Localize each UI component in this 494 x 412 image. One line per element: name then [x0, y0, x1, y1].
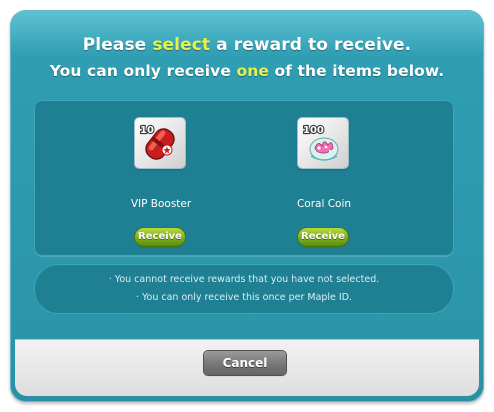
dialog-title-line-2: You can only receive one of the items be… [10, 62, 484, 80]
reward-selection-dialog: Please select a reward to receive. You c… [10, 10, 484, 402]
coral-coin-badge: 100 [303, 125, 324, 136]
notice-panel: · You cannot receive rewards that you ha… [34, 264, 454, 314]
dialog-footer: Cancel [15, 340, 479, 396]
title-highlight-select: select [152, 35, 211, 55]
subtitle-text: You can only receive [49, 62, 237, 80]
receive-vip-booster-button[interactable]: Receive [135, 228, 185, 246]
reward-name-coral-coin: Coral Coin [296, 198, 352, 210]
title-text: a reward to receive. [210, 35, 412, 55]
vip-booster-icon[interactable]: 10 [135, 118, 185, 168]
subtitle-text: of the items below. [268, 62, 445, 80]
reward-list-panel: 10 VIP Booster Receive 100 Coral Coin Re… [34, 100, 454, 256]
title-text: Please [82, 35, 153, 55]
subtitle-highlight-one: one [236, 62, 269, 80]
vip-booster-badge: 10 [140, 125, 154, 136]
reward-item-vip-booster: 10 VIP Booster Receive [101, 100, 221, 256]
notice-line-once-per-id: · You can only receive this once per Map… [135, 292, 353, 303]
dialog-title-line-1: Please select a reward to receive. [10, 35, 484, 55]
coral-coin-icon[interactable]: 100 [298, 118, 348, 168]
receive-coral-coin-button[interactable]: Receive [298, 228, 348, 246]
reward-item-coral-coin: 100 Coral Coin Receive [264, 100, 384, 256]
cancel-button[interactable]: Cancel [204, 351, 286, 375]
notice-line-unselected: · You cannot receive rewards that you ha… [108, 274, 380, 285]
reward-name-vip-booster: VIP Booster [130, 198, 192, 210]
